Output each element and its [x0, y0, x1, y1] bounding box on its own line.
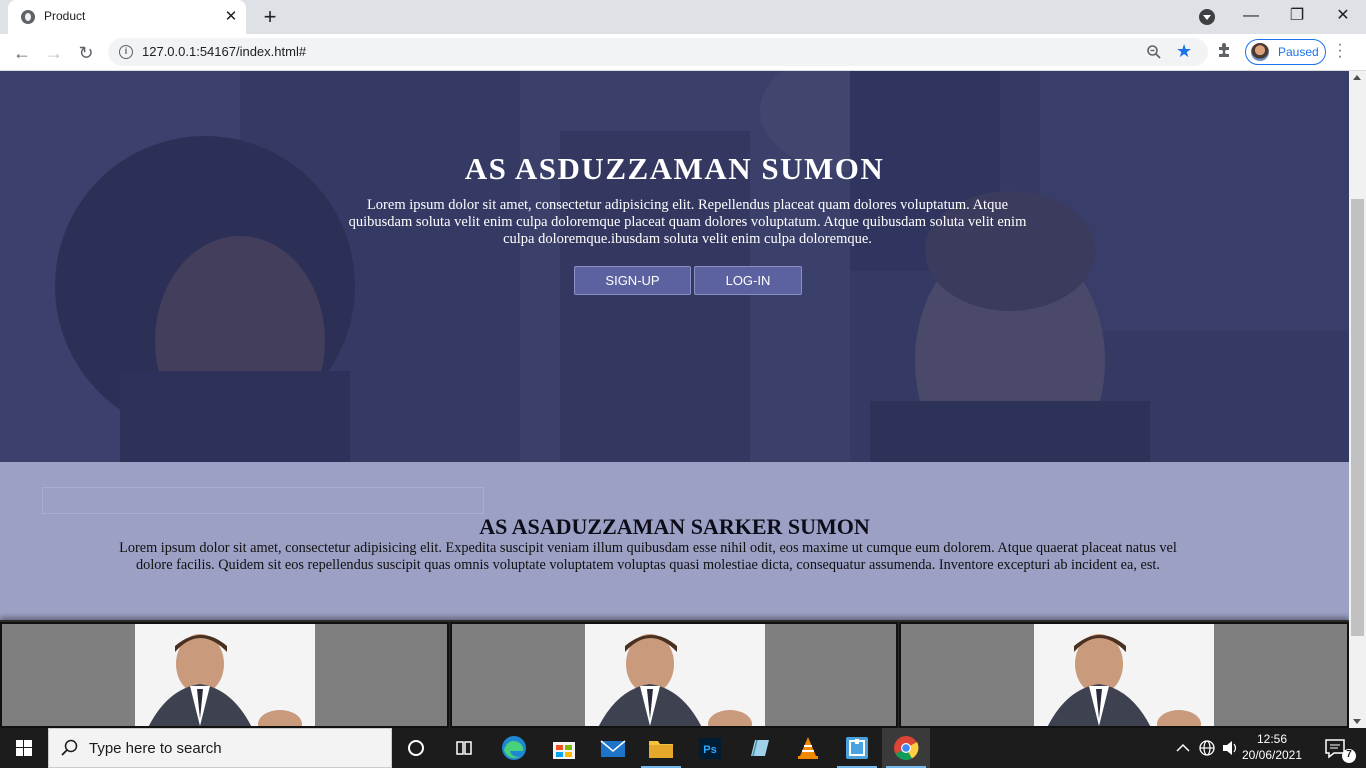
maximize-button[interactable]: ❐: [1274, 0, 1320, 34]
notepad-icon[interactable]: [735, 728, 783, 768]
address-bar[interactable]: i 127.0.0.1:54167/index.html# ★: [108, 38, 1208, 66]
network-icon[interactable]: [1196, 728, 1218, 768]
site-info-icon[interactable]: i: [119, 45, 133, 59]
more-menu-icon[interactable]: · · ·: [1336, 37, 1344, 65]
search-placeholder: Type here to search: [89, 740, 222, 757]
product-card[interactable]: [899, 622, 1349, 728]
notifications-button[interactable]: 7: [1318, 728, 1366, 768]
clock-date: 20/06/2021: [1241, 748, 1303, 762]
browser-tab[interactable]: Product ✕: [8, 0, 246, 34]
photoshop-icon[interactable]: Ps: [686, 728, 734, 768]
signup-button[interactable]: SIGN-UP: [574, 266, 691, 295]
search-icon: [61, 739, 78, 756]
volume-icon[interactable]: [1219, 728, 1241, 768]
about-title: AS ASADUZZAMAN SARKER SUMON: [479, 514, 870, 539]
url-text[interactable]: 127.0.0.1:54167/index.html#: [142, 44, 306, 59]
browser-titlebar: Product ✕ + — ❐ ✕: [0, 0, 1366, 34]
product-card[interactable]: [450, 622, 898, 728]
page-scrollbar[interactable]: [1349, 71, 1366, 728]
minimize-button[interactable]: —: [1228, 0, 1274, 34]
about-section: AS ASADUZZAMAN SARKER SUMON Lorem ipsum …: [0, 462, 1349, 620]
forward-button[interactable]: →: [41, 40, 67, 66]
product-card[interactable]: [0, 622, 449, 728]
empty-box: [42, 487, 484, 514]
hero-title: AS ASDUZZAMAN SUMON: [464, 151, 885, 186]
windows-start-icon[interactable]: [0, 728, 48, 768]
chrome-icon[interactable]: [882, 728, 930, 768]
scrollbar-thumb[interactable]: [1351, 199, 1364, 636]
about-text: Lorem ipsum dolor sit amet, consectetur …: [119, 540, 1177, 573]
cortana-icon[interactable]: [392, 728, 440, 768]
app-icon[interactable]: [833, 728, 881, 768]
login-button[interactable]: LOG-IN: [694, 266, 802, 295]
file-explorer-icon[interactable]: [637, 728, 685, 768]
person-image: [135, 624, 315, 726]
mail-icon[interactable]: [589, 728, 637, 768]
new-tab-button[interactable]: +: [258, 6, 282, 28]
profile-status: Paused: [1278, 45, 1319, 59]
person-image: [1034, 624, 1214, 726]
scroll-up-icon[interactable]: [1353, 75, 1361, 80]
task-view-icon[interactable]: [440, 728, 488, 768]
back-button[interactable]: ←: [9, 40, 35, 66]
edge-icon[interactable]: [490, 728, 538, 768]
taskbar-clock[interactable]: 12:56 20/06/2021: [1240, 731, 1304, 763]
page-viewport: AS ASDUZZAMAN SUMON Lorem ipsum dolor si…: [0, 71, 1366, 728]
tab-title: Product: [44, 9, 86, 23]
avatar: [1251, 43, 1269, 61]
profile-button[interactable]: Paused: [1245, 39, 1326, 65]
store-icon[interactable]: [540, 728, 588, 768]
notification-icon: [1325, 739, 1356, 763]
bookmark-star-icon[interactable]: ★: [1176, 41, 1192, 62]
windows-taskbar: Type here to search Ps 12:56 20/06/2021 …: [0, 728, 1366, 768]
zoom-icon[interactable]: [1146, 44, 1162, 60]
clock-time: 12:56: [1256, 732, 1288, 746]
scroll-down-icon[interactable]: [1353, 719, 1361, 724]
extensions-icon[interactable]: [1216, 42, 1233, 64]
browser-toolbar: ← → ↻ i 127.0.0.1:54167/index.html# ★ Pa…: [0, 34, 1366, 71]
tray-overflow-icon[interactable]: [1172, 728, 1194, 768]
reload-button[interactable]: ↻: [73, 40, 99, 66]
globe-icon: [21, 10, 35, 24]
tab-search-icon[interactable]: [1199, 9, 1215, 25]
person-image: [585, 624, 765, 726]
notification-count-badge: 7: [1346, 749, 1352, 760]
svg-text:Ps: Ps: [703, 744, 716, 756]
tab-close-button[interactable]: ✕: [222, 8, 240, 26]
cards-section: [0, 620, 1349, 728]
taskbar-search-input[interactable]: Type here to search: [48, 728, 392, 768]
vlc-icon[interactable]: [784, 728, 832, 768]
close-window-button[interactable]: ✕: [1320, 0, 1366, 34]
hero-text: Lorem ipsum dolor sit amet, consectetur …: [348, 197, 1027, 247]
hero-section: AS ASDUZZAMAN SUMON Lorem ipsum dolor si…: [0, 71, 1349, 462]
